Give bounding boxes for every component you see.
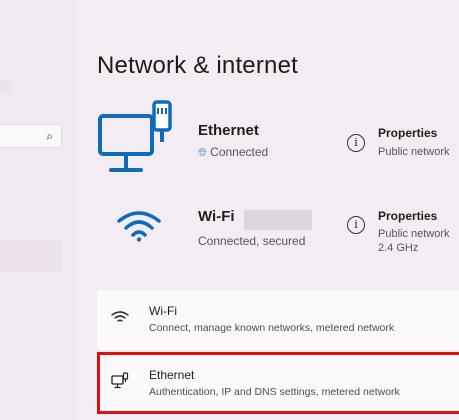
search-icon: ⌕ bbox=[46, 129, 53, 143]
wifi-properties-sub: Public network 2.4 GHz bbox=[378, 227, 450, 255]
wifi-properties-band: 2.4 GHz bbox=[378, 242, 419, 254]
wifi-small-icon bbox=[111, 311, 129, 322]
sidebar-item-hint bbox=[0, 80, 12, 94]
info-icon[interactable]: i bbox=[347, 216, 365, 234]
info-icon[interactable]: i bbox=[347, 134, 365, 152]
ethernet-status-label: Connected bbox=[210, 145, 269, 159]
ethernet-card-highlight bbox=[97, 352, 459, 414]
ethernet-properties-link[interactable]: Properties bbox=[378, 126, 437, 140]
wifi-properties-network: Public network bbox=[378, 228, 450, 240]
sidebar: ⌕ bbox=[0, 0, 76, 420]
sidebar-item-selected[interactable] bbox=[0, 240, 62, 272]
ethernet-properties-sub: Public network bbox=[378, 146, 450, 158]
ethernet-name: Ethernet bbox=[198, 122, 259, 139]
wifi-properties-link[interactable]: Properties bbox=[378, 209, 437, 223]
wifi-settings-card[interactable]: Wi-Fi Connect, manage known networks, me… bbox=[97, 290, 459, 350]
ethernet-status-text: 🌐︎ Connected bbox=[198, 145, 268, 160]
wifi-card-title: Wi-Fi bbox=[149, 304, 177, 318]
globe-icon: 🌐︎ bbox=[198, 147, 207, 159]
page-title: Network & internet bbox=[97, 52, 299, 79]
ethernet-monitor-icon bbox=[98, 100, 172, 172]
wifi-card-subtitle: Connect, manage known networks, metered … bbox=[149, 322, 395, 334]
wifi-icon bbox=[117, 211, 161, 242]
wifi-status-label: Connected, secured bbox=[198, 234, 306, 248]
ethernet-status-panel: Ethernet 🌐︎ Connected i Properties Publi… bbox=[76, 96, 459, 176]
redacted-network-name bbox=[244, 210, 312, 230]
wifi-name: Wi-Fi bbox=[198, 208, 235, 225]
wifi-status-panel: Wi-Fi Connected, secured i Properties Pu… bbox=[76, 196, 459, 276]
search-input[interactable]: ⌕ bbox=[0, 124, 62, 148]
